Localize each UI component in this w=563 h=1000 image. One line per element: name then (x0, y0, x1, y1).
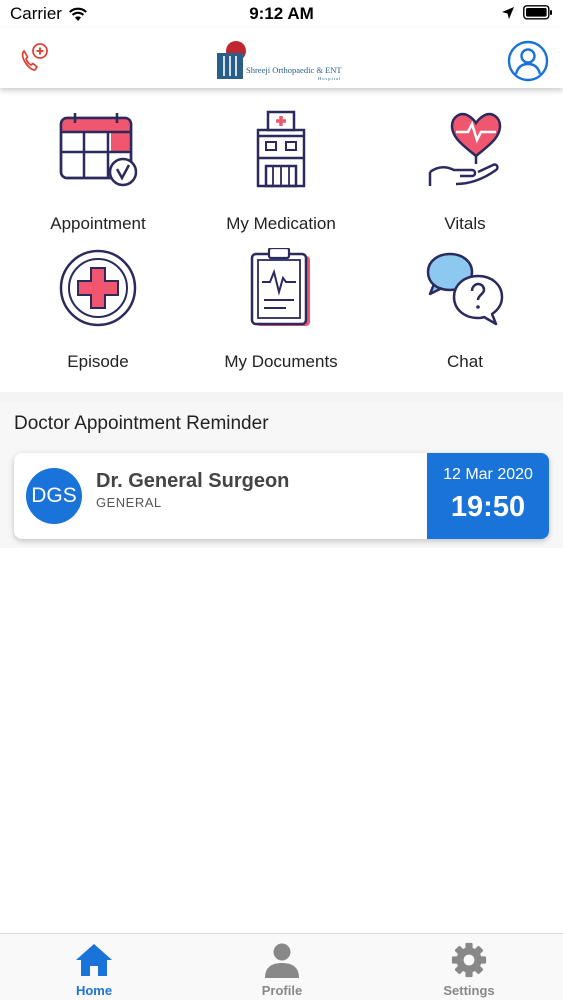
battery-icon (523, 5, 552, 20)
appointment-card[interactable]: DGS Dr. General Surgeon GENERAL 12 Mar 2… (14, 453, 549, 539)
menu-vitals[interactable]: Vitals (385, 110, 545, 250)
menu-documents[interactable]: My Documents (201, 248, 361, 388)
doctor-avatar: DGS (26, 468, 82, 524)
menu-appointment[interactable]: Appointment (18, 110, 178, 250)
user-profile-icon[interactable] (507, 40, 549, 82)
logo-text: Shreeji Orthopaedic & ENT (246, 65, 342, 75)
calendar-check-icon (59, 113, 138, 187)
appointment-time: 19:50 (450, 491, 526, 523)
tab-settings-label: Settings (443, 983, 495, 998)
home-icon (76, 944, 112, 976)
menu-medication[interactable]: My Medication (201, 110, 361, 250)
hospital-building-icon (256, 110, 306, 188)
menu-chat[interactable]: Chat (385, 248, 545, 388)
doctor-name: Dr. General Surgeon (96, 470, 290, 492)
tab-home-label: Home (75, 983, 113, 998)
person-icon (265, 943, 299, 978)
appointment-date: 12 Mar 2020 (443, 466, 533, 483)
status-time: 9:12 AM (249, 4, 314, 23)
clipboard-chart-icon (250, 248, 310, 326)
appointment-datetime: 12 Mar 2020 19:50 (427, 453, 549, 539)
app-header: Shreeji Orthopaedic & ENT Hospital (0, 28, 563, 88)
tab-profile-label: Profile (261, 983, 303, 998)
menu-label-medication: My Medication (226, 214, 336, 233)
gear-icon (451, 942, 487, 978)
chat-question-icon (426, 252, 504, 326)
tab-home[interactable]: Home (0, 934, 188, 1000)
hospital-logo: Shreeji Orthopaedic & ENT Hospital (214, 38, 354, 84)
menu-label-vitals: Vitals (444, 214, 486, 233)
menu-episode[interactable]: Episode (18, 248, 178, 388)
logo-subtext: Hospital (318, 76, 341, 81)
status-right (501, 5, 553, 20)
menu-label-episode: Episode (67, 352, 129, 371)
menu-grid: Appointment My Medication Vitals Episode… (0, 100, 563, 390)
status-bar: Carrier 9:12 AM (0, 0, 563, 28)
menu-label-chat: Chat (447, 352, 483, 371)
menu-label-appointment: Appointment (50, 214, 146, 233)
section-divider (0, 392, 563, 402)
emergency-call-icon[interactable] (16, 40, 52, 76)
location-arrow-icon (502, 6, 514, 19)
reminder-title: Doctor Appointment Reminder (14, 413, 269, 434)
doctor-specialty: GENERAL (96, 495, 162, 510)
medical-cross-icon (59, 249, 137, 327)
heart-hand-icon (428, 112, 502, 186)
tab-profile[interactable]: Profile (188, 934, 376, 1000)
menu-label-documents: My Documents (224, 352, 338, 371)
tab-settings[interactable]: Settings (375, 934, 563, 1000)
tab-bar: Home Profile Settings (0, 933, 563, 1000)
